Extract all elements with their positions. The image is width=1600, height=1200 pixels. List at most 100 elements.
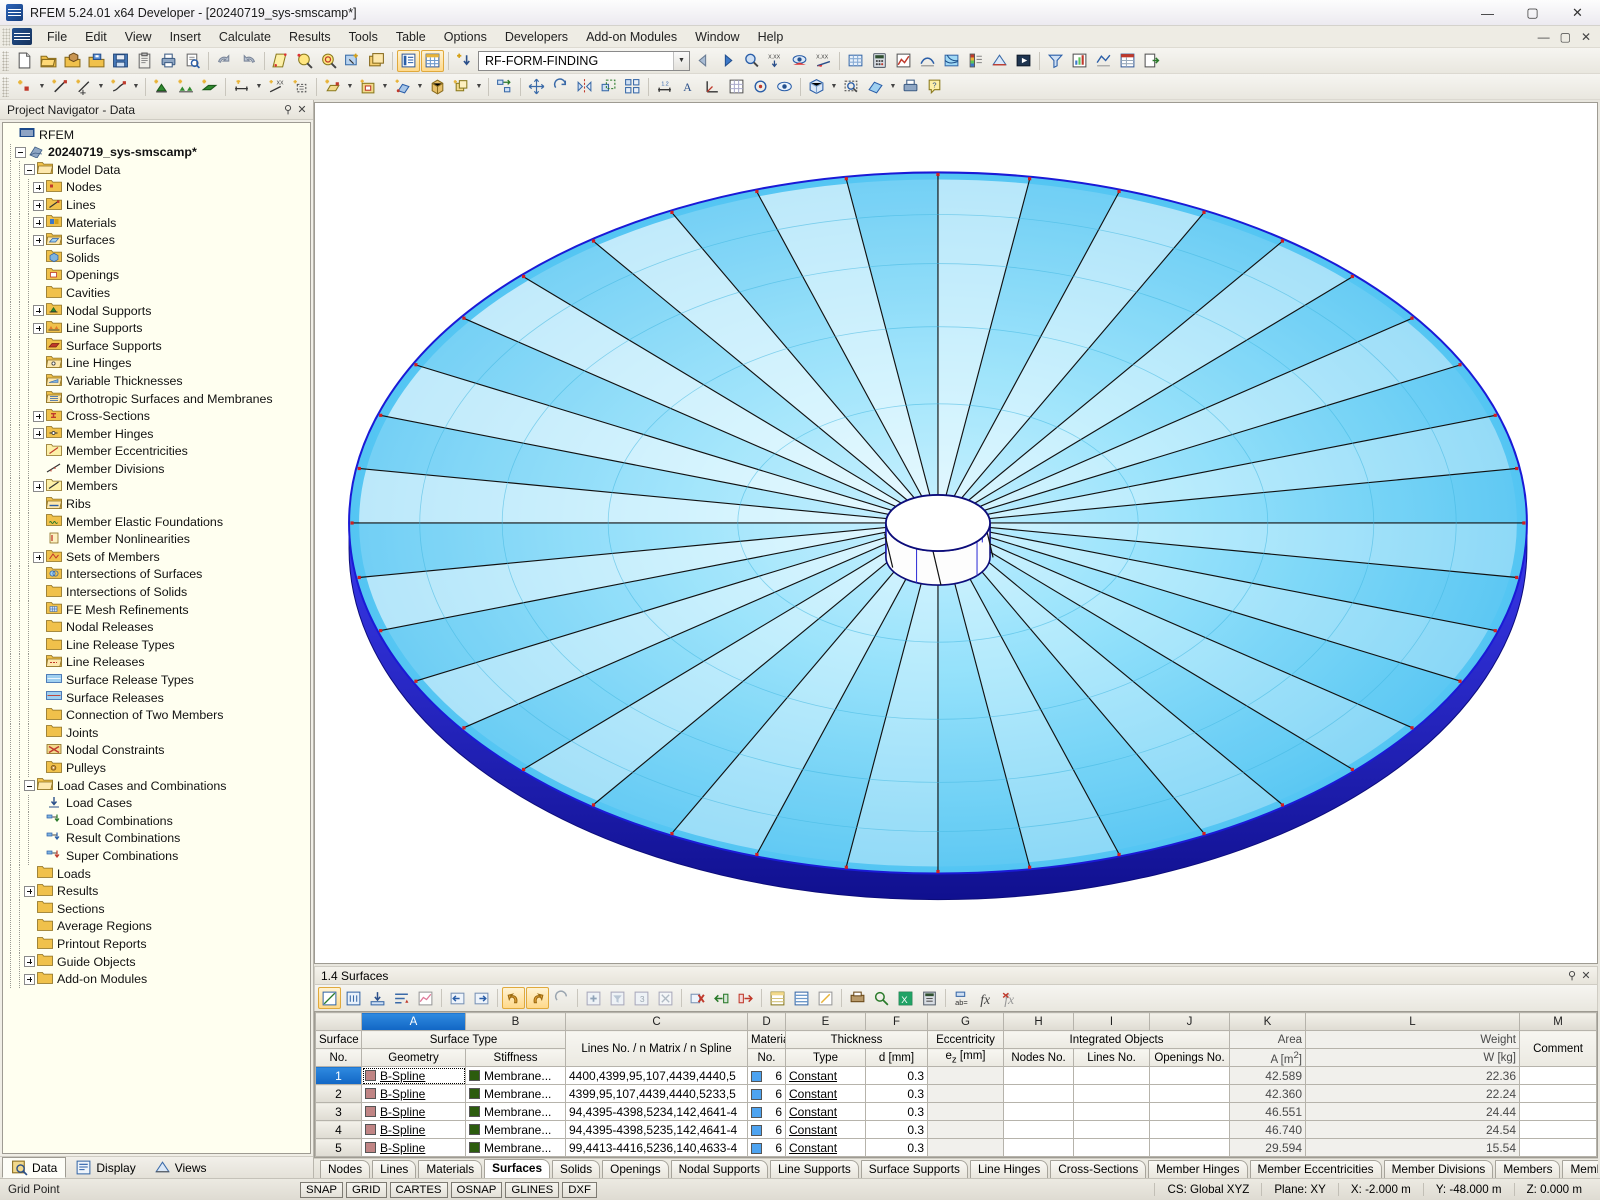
sheet-tab-solids[interactable]: Solids: [552, 1160, 600, 1178]
table-refresh-icon[interactable]: [550, 987, 573, 1009]
row-number[interactable]: 4: [316, 1121, 362, 1139]
rotate-icon[interactable]: [549, 76, 572, 98]
opening-icon[interactable]: [356, 76, 379, 98]
tree-item-connection-of-two-members[interactable]: Connection of Two Members: [6, 707, 310, 725]
tree-item-surface-release-types[interactable]: Surface Release Types: [6, 671, 310, 689]
prev-arrow-icon[interactable]: [692, 50, 715, 72]
cell-thickness[interactable]: 0.3: [866, 1085, 928, 1103]
tree-item-line-releases[interactable]: Line Releases: [6, 654, 310, 672]
tree-item-nodal-supports[interactable]: Nodal Supports: [6, 302, 310, 320]
expand-icon[interactable]: [33, 217, 44, 228]
menu-help[interactable]: Help: [749, 28, 793, 46]
cell-stiffness[interactable]: Membrane...: [466, 1067, 566, 1085]
column-letter-C[interactable]: C: [566, 1013, 748, 1031]
pin-icon[interactable]: ⚲: [281, 103, 295, 116]
copy-surface-icon[interactable]: [450, 76, 473, 98]
zoom-detail-icon[interactable]: [740, 50, 763, 72]
sheet-tab-member-divisions[interactable]: Member Divisions: [1384, 1160, 1494, 1178]
tree-item-load-cases-and-combinations[interactable]: Load Cases and Combinations: [6, 777, 310, 795]
row-number[interactable]: 2: [316, 1085, 362, 1103]
cell-type[interactable]: Constant: [786, 1103, 866, 1121]
column-letter-D[interactable]: D: [748, 1013, 786, 1031]
column-letter-J[interactable]: J: [1150, 1013, 1230, 1031]
next-table-icon[interactable]: [470, 987, 493, 1009]
menu-addon-modules[interactable]: Add-on Modules: [577, 28, 686, 46]
tree-item-materials[interactable]: Materials: [6, 214, 310, 232]
tree-item-results[interactable]: Results: [6, 883, 310, 901]
column-letter-I[interactable]: I: [1074, 1013, 1150, 1031]
cell-lines-no[interactable]: [1074, 1139, 1150, 1157]
table-undo-icon[interactable]: [502, 987, 525, 1009]
deformation-icon[interactable]: [916, 50, 939, 72]
cell-comment[interactable]: [1520, 1085, 1597, 1103]
cell-openings-no[interactable]: [1150, 1085, 1230, 1103]
navigator-tab-views[interactable]: Views: [145, 1157, 216, 1178]
cell-type[interactable]: Constant: [786, 1139, 866, 1157]
tree-item-load-combinations[interactable]: Load Combinations: [6, 812, 310, 830]
row-number[interactable]: 5: [316, 1139, 362, 1157]
expand-icon[interactable]: [33, 481, 44, 492]
member-length-icon[interactable]: [230, 76, 253, 98]
table-row[interactable]: 1B-SplineMembrane...4400,4399,95,107,443…: [316, 1067, 1597, 1085]
tree-item-openings[interactable]: Openings: [6, 267, 310, 285]
cell-lines[interactable]: 94,4395-4398,5235,142,4641-4: [566, 1121, 748, 1139]
chevron-down-icon[interactable]: ▼: [888, 76, 898, 98]
nodal-support-icon[interactable]: [150, 76, 173, 98]
calculator-icon[interactable]: [918, 987, 941, 1009]
new-polyline-icon[interactable]: [107, 76, 130, 98]
menu-view[interactable]: View: [116, 28, 161, 46]
animation-icon[interactable]: [1012, 50, 1035, 72]
tree-item-line-supports[interactable]: Line Supports: [6, 320, 310, 338]
table-import-icon[interactable]: [366, 987, 389, 1009]
solid-icon[interactable]: [426, 76, 449, 98]
menu-window[interactable]: Window: [686, 28, 748, 46]
cell-material[interactable]: 6: [748, 1139, 786, 1157]
model-viewport[interactable]: [314, 102, 1598, 964]
surfaces-table[interactable]: ABCDEFGHIJKLMSurfaceSurface TypeLines No…: [315, 1012, 1597, 1157]
tree-item-solids[interactable]: Solids: [6, 249, 310, 267]
column-letter-M[interactable]: M: [1520, 1013, 1597, 1031]
mdi-close-button[interactable]: ✕: [1576, 30, 1596, 44]
cell-lines[interactable]: 4400,4399,95,107,4439,4440,5: [566, 1067, 748, 1085]
tree-item-fe-mesh-refinements[interactable]: FE Mesh Refinements: [6, 601, 310, 619]
coordinate-system-icon[interactable]: [701, 76, 724, 98]
diagram-icon[interactable]: [1068, 50, 1091, 72]
tree-item-member-eccentricities[interactable]: Member Eccentricities: [6, 443, 310, 461]
navigator-tab-display[interactable]: Display: [66, 1157, 144, 1178]
cell-geometry[interactable]: B-Spline: [362, 1085, 466, 1103]
cell-geometry[interactable]: B-Spline: [362, 1067, 466, 1085]
chevron-down-icon[interactable]: ▼: [380, 76, 390, 98]
transform-icon[interactable]: [493, 76, 516, 98]
toolbar-grip[interactable]: [2, 77, 9, 97]
new-line-icon[interactable]: [48, 76, 71, 98]
tree-item-result-combinations[interactable]: Result Combinations: [6, 830, 310, 848]
menu-grip[interactable]: [2, 28, 10, 46]
sheet-tab-nodal-supports[interactable]: Nodal Supports: [671, 1160, 768, 1178]
cell-lines-no[interactable]: [1074, 1085, 1150, 1103]
zoom-select-icon[interactable]: [317, 50, 340, 72]
cell-type[interactable]: Constant: [786, 1085, 866, 1103]
column-format-icon[interactable]: [766, 987, 789, 1009]
navigator-tab-data[interactable]: Data: [2, 1157, 66, 1178]
sheet-tab-cross-sections[interactable]: Cross-Sections: [1050, 1160, 1146, 1178]
chevron-down-icon[interactable]: ▼: [474, 76, 484, 98]
tree-item-line-release-types[interactable]: Line Release Types: [6, 636, 310, 654]
tree-item-nodal-constraints[interactable]: Nodal Constraints: [6, 742, 310, 760]
chevron-down-icon[interactable]: ▼: [415, 76, 425, 98]
sheet-tab-member-hinges[interactable]: Member Hinges: [1148, 1160, 1247, 1178]
isoline-icon[interactable]: [940, 50, 963, 72]
cell-lines-no[interactable]: [1074, 1067, 1150, 1085]
find-icon[interactable]: [870, 987, 893, 1009]
export-icon[interactable]: [1140, 50, 1163, 72]
expand-icon[interactable]: [33, 552, 44, 563]
cell-lines[interactable]: 99,4413-4416,5236,140,4633-4: [566, 1139, 748, 1157]
maximize-button[interactable]: ▢: [1510, 0, 1555, 26]
tree-item-member-elastic-foundations[interactable]: Member Elastic Foundations: [6, 513, 310, 531]
cell-comment[interactable]: [1520, 1103, 1597, 1121]
tree-item-member-divisions[interactable]: Member Divisions: [6, 460, 310, 478]
cell-thickness[interactable]: 0.3: [866, 1139, 928, 1157]
cell-eccentricity[interactable]: [928, 1067, 1004, 1085]
cell-thickness[interactable]: 0.3: [866, 1067, 928, 1085]
column-letter-H[interactable]: H: [1004, 1013, 1074, 1031]
collapse-icon[interactable]: [24, 780, 35, 791]
